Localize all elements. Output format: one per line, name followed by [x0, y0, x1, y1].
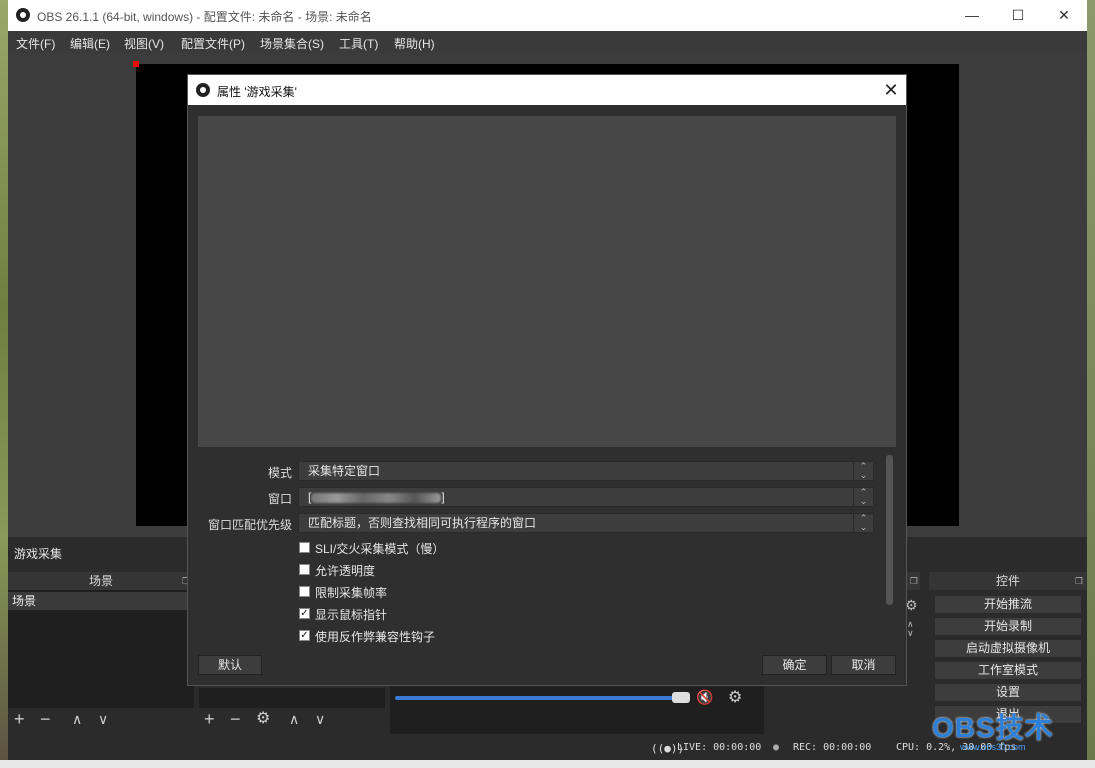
- move-source-down-icon[interactable]: ∨: [315, 710, 325, 728]
- scenes-dock-label: 场景: [88, 574, 113, 588]
- scene-list-item[interactable]: 场景: [8, 592, 194, 610]
- mode-label: 模式: [267, 466, 292, 480]
- add-source-icon[interactable]: +: [204, 710, 215, 728]
- properties-dialog: 属性 '游戏采集' ✕ 模式 采集特定窗口 ⌃ ⌄ 窗口 [] ⌃ ⌄ 窗口匹配优先…: [187, 74, 907, 686]
- checkbox-label: 限制采集帧率: [315, 586, 388, 600]
- scenes-dock-title: 场景 ❐: [8, 572, 194, 590]
- defaults-button[interactable]: 默认: [198, 655, 262, 675]
- mode-select[interactable]: 采集特定窗口 ⌃ ⌄: [298, 461, 874, 481]
- checkbox-box[interactable]: [299, 564, 310, 575]
- menu-tools[interactable]: 工具(T): [339, 35, 378, 52]
- add-scene-icon[interactable]: +: [14, 710, 25, 728]
- checkbox-box[interactable]: [299, 542, 310, 553]
- controls-dock-title: 控件 ❐: [929, 572, 1087, 590]
- checkbox-label: SLI/交火采集模式（慢）: [315, 542, 445, 556]
- controls-dock-label: 控件: [995, 574, 1020, 588]
- redacted-window-name: [311, 492, 442, 503]
- dialog-source-preview: [198, 116, 896, 447]
- window-label: 窗口: [267, 492, 292, 506]
- select-arrows-icon: ⌃ ⌄: [853, 514, 873, 532]
- menu-view[interactable]: 视图(V): [124, 35, 164, 52]
- checkbox-box[interactable]: [299, 586, 310, 597]
- rec-dot-icon: ●: [773, 742, 780, 753]
- obs-logo-icon: [196, 83, 210, 97]
- volume-slider-handle[interactable]: [672, 692, 690, 703]
- source-resize-handle[interactable]: [133, 61, 139, 67]
- dialog-title: 属性 '游戏采集': [217, 85, 297, 99]
- obs-logo-icon: [16, 8, 30, 22]
- window-select[interactable]: [] ⌃ ⌄: [298, 487, 874, 507]
- sources-list: [199, 688, 385, 708]
- move-scene-down-icon[interactable]: ∨: [98, 710, 108, 728]
- muted-speaker-icon[interactable]: 🔇: [696, 689, 713, 706]
- current-source-name: 游戏采集: [14, 547, 63, 561]
- dialog-title-bar: 属性 '游戏采集' ✕: [188, 75, 906, 105]
- dialog-close-icon[interactable]: ✕: [876, 75, 906, 105]
- menu-help[interactable]: 帮助(H): [394, 35, 435, 52]
- menu-edit[interactable]: 编辑(E): [70, 35, 110, 52]
- menu-file[interactable]: 文件(F): [16, 35, 55, 52]
- rec-time: REC: 00:00:00: [793, 742, 872, 753]
- cancel-button[interactable]: 取消: [831, 655, 896, 675]
- settings-button[interactable]: 设置: [934, 683, 1082, 702]
- status-bar: ((●)) LIVE: 00:00:00 ● REC: 00:00:00 CPU…: [8, 738, 1087, 760]
- remove-source-icon[interactable]: −: [230, 710, 241, 728]
- dock-float-icon[interactable]: ❐: [1075, 572, 1083, 590]
- window-priority-value: 匹配标题，否则查找相同可执行程序的窗口: [308, 516, 537, 530]
- start-virtual-camera-button[interactable]: 启动虚拟摄像机: [934, 639, 1082, 658]
- menu-bar: 文件(F) 编辑(E) 视图(V) 配置文件(P) 场景集合(S) 工具(T) …: [8, 31, 1087, 53]
- checkbox-label: 使用反作弊兼容性钩子: [315, 630, 436, 644]
- dialog-scrollbar[interactable]: [886, 455, 893, 605]
- move-scene-up-icon[interactable]: ∧: [72, 710, 82, 728]
- window-title: OBS 26.1.1 (64-bit, windows) - 配置文件: 未命名…: [37, 10, 372, 24]
- checkbox-box[interactable]: ✓: [299, 630, 310, 641]
- menu-scene-collection[interactable]: 场景集合(S): [260, 35, 324, 52]
- source-properties-gear-icon[interactable]: ⚙: [256, 710, 270, 728]
- move-source-up-icon[interactable]: ∧: [289, 710, 299, 728]
- volume-slider-track[interactable]: [395, 696, 685, 700]
- checkbox-box[interactable]: ✓: [299, 608, 310, 619]
- mixer-updown-icon[interactable]: ∧ ∨: [907, 620, 914, 638]
- watermark-text: OBS技术: [932, 712, 1054, 743]
- watermark-url: www.obs30.com: [960, 742, 1026, 752]
- select-arrows-icon: ⌃ ⌄: [853, 488, 873, 506]
- mixer-gear-icon[interactable]: ⚙: [728, 687, 742, 707]
- desktop-background-right: [1087, 0, 1095, 768]
- maximize-button[interactable]: ☐: [995, 0, 1041, 31]
- live-time: LIVE: 00:00:00: [677, 742, 762, 753]
- window-priority-label: 窗口匹配优先级: [207, 518, 292, 532]
- taskbar-strip: [0, 760, 1095, 768]
- close-button[interactable]: ✕: [1041, 0, 1087, 31]
- minimize-button[interactable]: —: [949, 0, 995, 31]
- window-priority-select[interactable]: 匹配标题，否则查找相同可执行程序的窗口 ⌃ ⌄: [298, 513, 874, 533]
- remove-scene-icon[interactable]: −: [40, 710, 51, 728]
- title-bar: OBS 26.1.1 (64-bit, windows) - 配置文件: 未命名…: [8, 0, 1087, 31]
- desktop-background-left: [0, 0, 8, 768]
- studio-mode-button[interactable]: 工作室模式: [934, 661, 1082, 680]
- start-streaming-button[interactable]: 开始推流: [934, 595, 1082, 614]
- checkbox-label: 显示鼠标指针: [315, 608, 388, 622]
- ok-button[interactable]: 确定: [762, 655, 827, 675]
- window-select-suffix: ]: [441, 490, 445, 504]
- start-recording-button[interactable]: 开始录制: [934, 617, 1082, 636]
- mode-select-value: 采集特定窗口: [308, 464, 381, 478]
- menu-profile[interactable]: 配置文件(P): [181, 35, 245, 52]
- select-arrows-icon: ⌃ ⌄: [853, 462, 873, 480]
- checkbox-label: 允许透明度: [315, 564, 376, 578]
